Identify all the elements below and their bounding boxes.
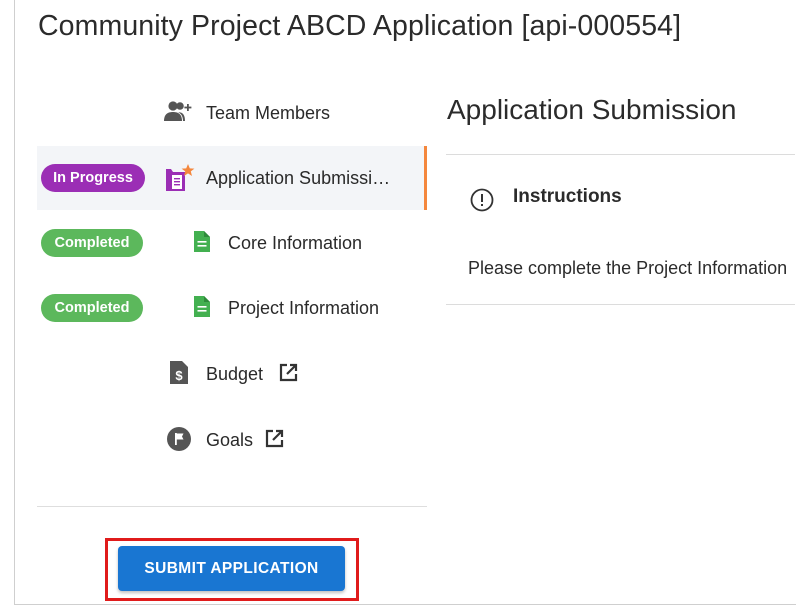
instructions-text: Please complete the Project Information <box>468 258 788 278</box>
sidebar-divider <box>37 506 427 507</box>
status-badge: In Progress <box>41 164 145 192</box>
page-title: Community Project ABCD Application [api-… <box>38 10 682 42</box>
budget-icon: $ <box>170 361 188 384</box>
main-panel: Application Submission Instructions Plea… <box>446 80 795 320</box>
team-members-icon <box>164 100 192 122</box>
sidebar-item-application-submission[interactable]: In Progress Application Submissi… <box>37 146 427 210</box>
divider <box>446 154 795 155</box>
sidebar-item-label: Project Information <box>228 298 380 318</box>
sidebar-item-goals[interactable]: Goals <box>37 407 427 471</box>
submit-application-button[interactable]: SUBMIT APPLICATION <box>118 546 345 591</box>
sidebar-item-label: Core Information <box>228 233 363 253</box>
status-badge: Completed <box>41 229 143 257</box>
sidebar-item-label: Team Members <box>206 103 331 123</box>
sidebar-item-project-information[interactable]: Completed Project Information <box>37 276 427 340</box>
sidebar-item-label: Budget <box>206 364 264 384</box>
sidebar-item-team-members[interactable]: Team Members <box>37 80 427 144</box>
status-badge: Completed <box>41 294 143 322</box>
external-link-icon[interactable] <box>279 363 298 387</box>
sidebar-nav: Team Members In Progress Application Sub… <box>37 80 427 510</box>
sidebar-item-budget[interactable]: $ Budget <box>37 341 427 405</box>
section-title: Application Submission <box>447 94 737 125</box>
sidebar-item-label: Application Submissi… <box>206 168 391 188</box>
sidebar-item-core-information[interactable]: Completed Core Information <box>37 211 427 275</box>
svg-text:$: $ <box>175 368 183 383</box>
instructions-heading: Instructions <box>513 186 622 207</box>
document-icon <box>194 231 210 252</box>
divider <box>446 304 795 305</box>
info-alert-icon <box>470 188 494 217</box>
application-submission-icon <box>165 164 195 192</box>
document-icon <box>194 296 210 317</box>
goals-flag-icon <box>167 427 191 451</box>
external-link-icon[interactable] <box>265 429 284 453</box>
sidebar-item-label: Goals <box>206 430 254 450</box>
